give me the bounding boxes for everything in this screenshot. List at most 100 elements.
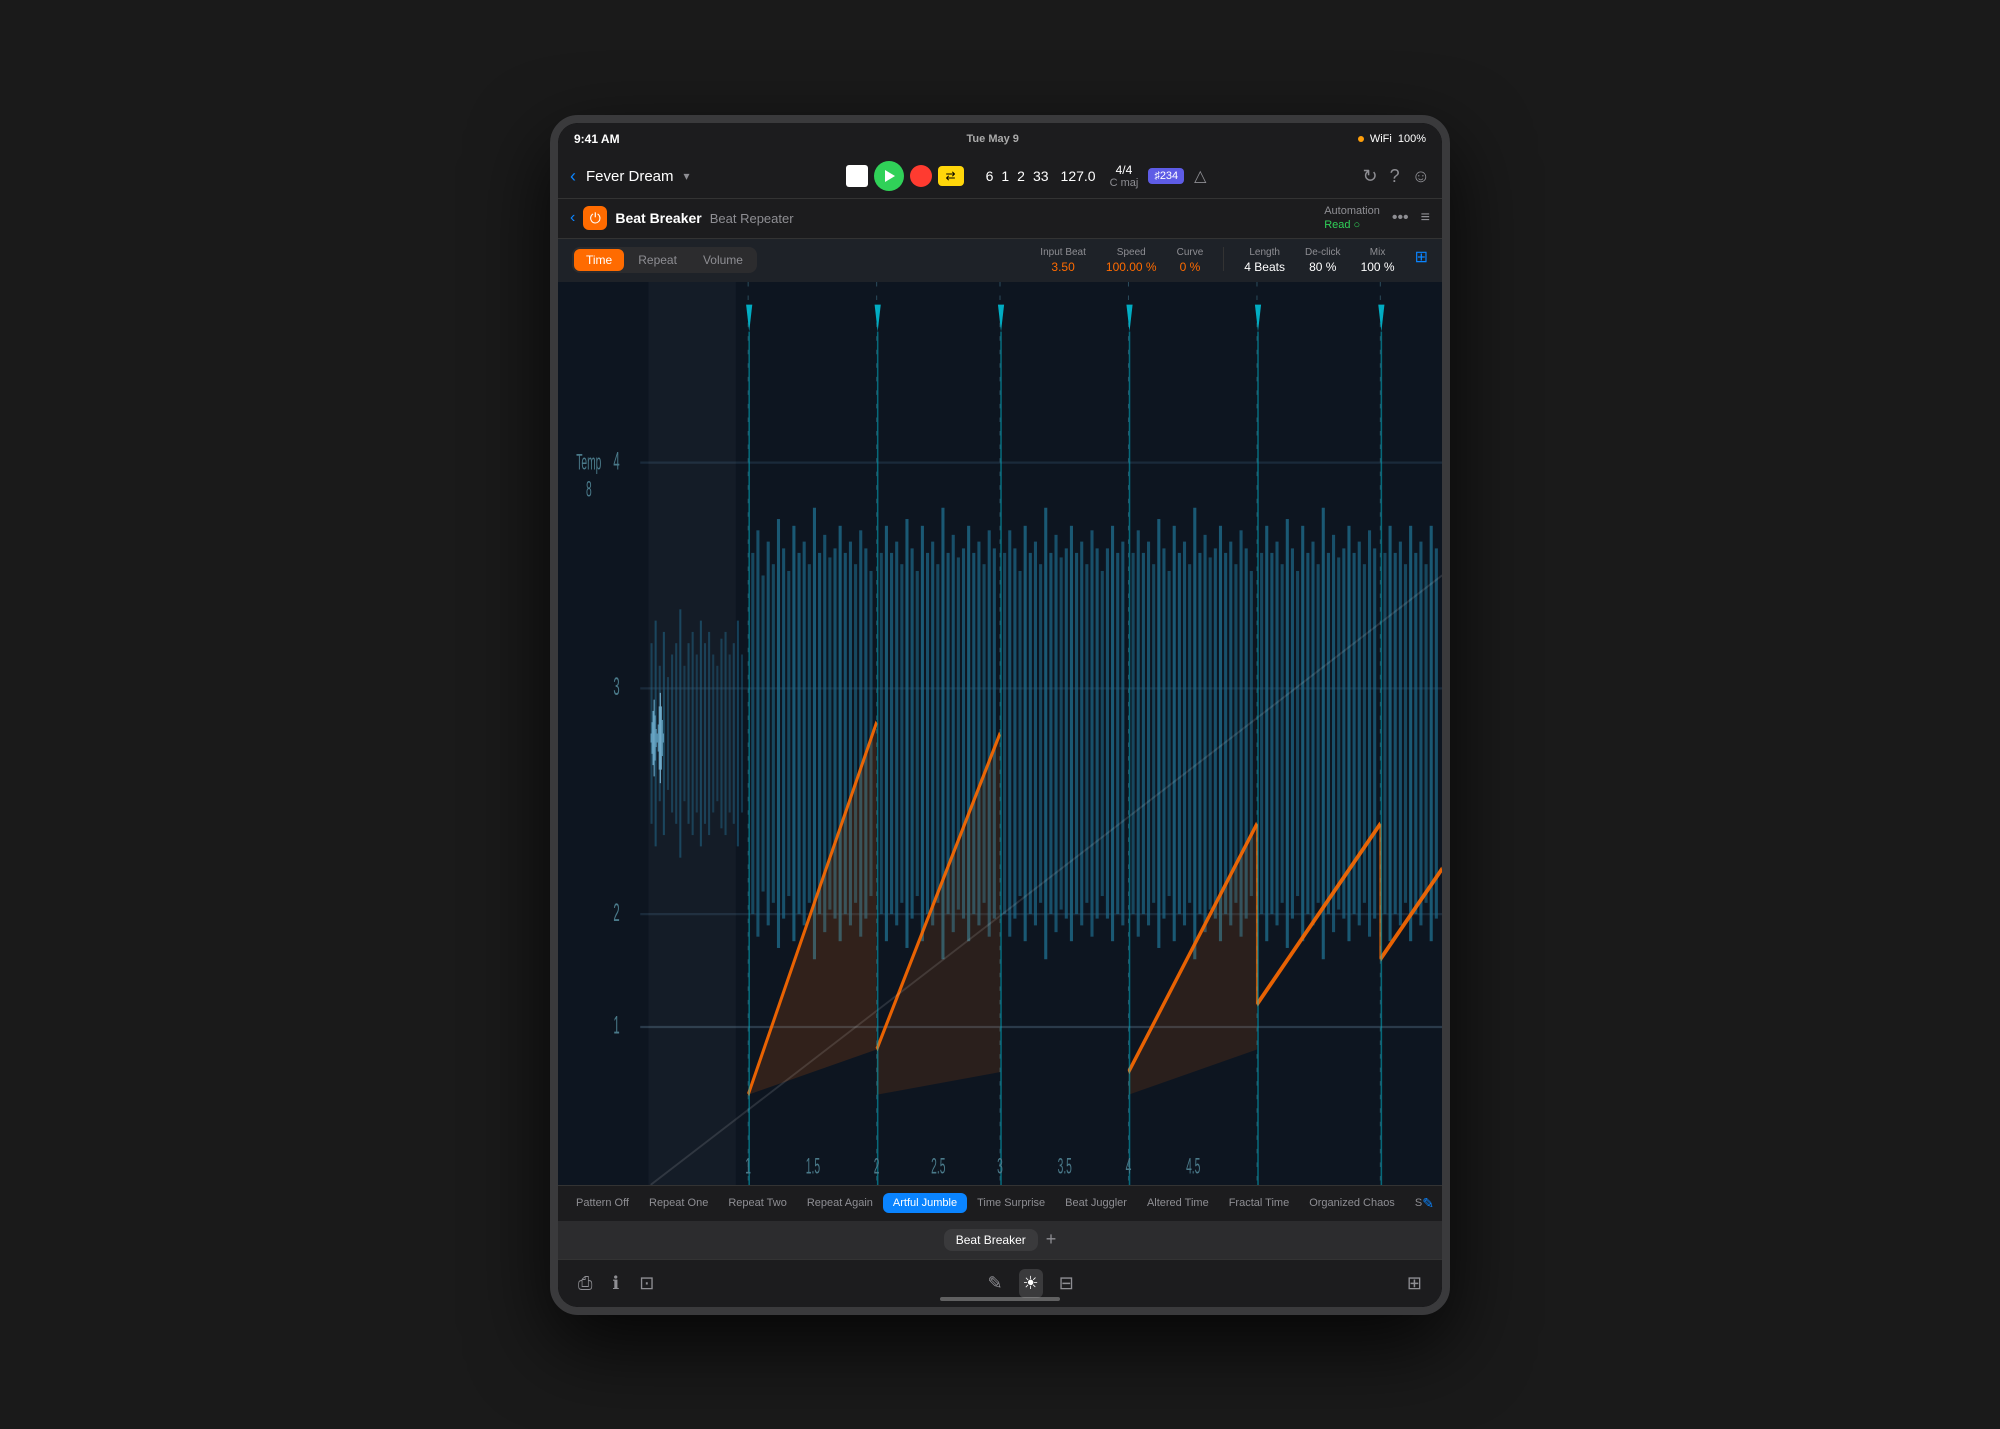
preset-item-6[interactable]: Beat Juggler — [1055, 1193, 1137, 1213]
wifi-icon: WiFi — [1370, 133, 1392, 145]
plugin-header-right: Automation Read ○ ••• ≡ — [1324, 205, 1430, 230]
tab-time[interactable]: Time — [574, 249, 624, 271]
mix-value[interactable]: 100 % — [1361, 260, 1395, 274]
tempo-display[interactable]: 127.0 — [1061, 168, 1096, 184]
preset-item-5[interactable]: Time Surprise — [967, 1193, 1055, 1213]
automation-label: Automation — [1324, 205, 1380, 218]
more-options-button[interactable]: ••• — [1392, 209, 1409, 227]
status-time: 9:41 AM — [574, 132, 620, 146]
mix-label: Mix — [1370, 247, 1386, 258]
view-tab-group: Time Repeat Volume — [572, 247, 757, 273]
svg-text:3: 3 — [613, 674, 619, 701]
project-name[interactable]: Fever Dream — [586, 168, 674, 185]
beat-position: 1 — [1001, 168, 1009, 184]
param-speed: Speed 100.00 % — [1106, 247, 1157, 274]
undo-icon[interactable]: ↻ — [1362, 166, 1377, 187]
waveform-area[interactable]: 4 3 2 1 Temp 8 1 1.5 2 2.5 3 3.5 4 4.5 — [558, 282, 1442, 1185]
svg-text:4: 4 — [613, 448, 619, 475]
project-chevron-icon: ▾ — [684, 169, 690, 183]
preset-item-8[interactable]: Fractal Time — [1219, 1193, 1300, 1213]
chord-badge[interactable]: ♯234 — [1148, 168, 1184, 184]
svg-text:Temp: Temp — [576, 448, 601, 474]
transport-controls: ⇄ — [846, 161, 964, 191]
length-value[interactable]: 4 Beats — [1244, 260, 1285, 274]
help-icon[interactable]: ? — [1390, 166, 1400, 187]
preset-item-3[interactable]: Repeat Again — [797, 1193, 883, 1213]
preset-bar: Pattern OffRepeat OneRepeat TwoRepeat Ag… — [558, 1185, 1442, 1221]
top-controls-row: Time Repeat Volume Input Beat 3.50 Speed… — [558, 239, 1442, 282]
cycle-button[interactable]: ⇄ — [938, 166, 964, 186]
bottom-toolbar-left: ⎙ ℹ ⊡ — [578, 1273, 654, 1294]
tick-position: 33 — [1033, 168, 1049, 184]
ipad-screen: 9:41 AM Tue May 9 WiFi 100% ‹ Fever Drea… — [558, 123, 1442, 1307]
param-group: Input Beat 3.50 Speed 100.00 % Curve 0 %… — [1040, 247, 1428, 274]
battery-indicator: 100% — [1398, 133, 1426, 145]
param-input-beat: Input Beat 3.50 — [1040, 247, 1086, 274]
plugin-selector-badge[interactable]: Beat Breaker — [944, 1229, 1038, 1251]
bottom-toolbar-center: ✎ ☀ ⊟ — [987, 1269, 1073, 1298]
loop-browser-icon[interactable]: ⎙ — [578, 1273, 592, 1294]
mixer-icon[interactable]: ⊟ — [1059, 1273, 1074, 1294]
speed-label: Speed — [1117, 247, 1146, 258]
plugin-back-button[interactable]: ‹ — [570, 209, 575, 227]
time-sig-display: 4/4 C maj — [1110, 163, 1139, 189]
preset-item-2[interactable]: Repeat Two — [718, 1193, 797, 1213]
status-date: Tue May 9 — [967, 133, 1019, 145]
back-button[interactable]: ‹ — [570, 166, 576, 187]
preset-item-4[interactable]: Artful Jumble — [883, 1193, 967, 1213]
record-button[interactable] — [910, 165, 932, 187]
layout-icon[interactable]: ⊡ — [639, 1273, 654, 1294]
svg-text:1: 1 — [745, 1153, 751, 1179]
automation-value: Read ○ — [1324, 219, 1380, 231]
cycle-icon: ⇄ — [946, 169, 956, 183]
brightness-icon[interactable]: ☀ — [1019, 1269, 1043, 1298]
tab-volume[interactable]: Volume — [691, 249, 755, 271]
param-length: Length 4 Beats — [1244, 247, 1285, 274]
stop-button[interactable] — [846, 165, 868, 187]
preset-item-0[interactable]: Pattern Off — [566, 1193, 639, 1213]
input-beat-label: Input Beat — [1040, 247, 1086, 258]
plugin-type-label: Beat Repeater — [710, 211, 794, 226]
home-indicator — [940, 1297, 1060, 1301]
power-button[interactable]: ⏻ — [583, 206, 607, 230]
preset-item-9[interactable]: Organized Chaos — [1299, 1193, 1405, 1213]
play-button[interactable] — [874, 161, 904, 191]
add-plugin-button[interactable]: + — [1046, 1229, 1057, 1250]
info-icon[interactable]: ℹ — [612, 1273, 619, 1294]
waveform-visualization: 4 3 2 1 Temp 8 1 1.5 2 2.5 3 3.5 4 4.5 — [558, 282, 1442, 1185]
plugin-controls: Time Repeat Volume Input Beat 3.50 Speed… — [558, 239, 1442, 1221]
preset-edit-button[interactable]: ✎ — [1422, 1195, 1434, 1212]
curve-label: Curve — [1177, 247, 1204, 258]
pencil-tool-icon[interactable]: ✎ — [987, 1273, 1002, 1294]
speed-value[interactable]: 100.00 % — [1106, 260, 1157, 274]
tuner-icon[interactable]: △ — [1194, 166, 1206, 186]
divider — [1223, 247, 1224, 271]
param-declick: De-click 80 % — [1305, 247, 1341, 274]
key-display: C maj — [1110, 177, 1139, 189]
bottom-toolbar-right: ⊞ — [1407, 1273, 1422, 1294]
input-beat-value[interactable]: 3.50 — [1051, 260, 1074, 274]
sliders-icon[interactable]: ⊞ — [1415, 247, 1428, 267]
preset-item-7[interactable]: Altered Time — [1137, 1193, 1219, 1213]
svg-text:2: 2 — [613, 900, 619, 927]
profile-icon[interactable]: ☺ — [1412, 166, 1430, 187]
tab-repeat[interactable]: Repeat — [626, 249, 689, 271]
preset-item-10[interactable]: Scattered Time — [1405, 1193, 1422, 1213]
preset-item-1[interactable]: Repeat One — [639, 1193, 718, 1213]
indicator-dot — [1358, 136, 1364, 142]
svg-text:1: 1 — [613, 1013, 619, 1040]
automation-control[interactable]: Automation Read ○ — [1324, 205, 1380, 230]
bar-position: 6 — [986, 168, 994, 184]
piano-roll-icon[interactable]: ⊞ — [1407, 1273, 1422, 1294]
menu-button[interactable]: ≡ — [1421, 209, 1430, 227]
sub-position: 2 — [1017, 168, 1025, 184]
power-icon: ⏻ — [590, 210, 601, 227]
curve-value[interactable]: 0 % — [1180, 260, 1201, 274]
declick-value[interactable]: 80 % — [1309, 260, 1336, 274]
svg-text:2.5: 2.5 — [931, 1153, 945, 1179]
status-indicators: WiFi 100% — [1358, 133, 1426, 145]
svg-text:4: 4 — [1126, 1153, 1132, 1179]
declick-label: De-click — [1305, 247, 1341, 258]
plugin-selector-bar: Beat Breaker + — [558, 1221, 1442, 1259]
length-label: Length — [1249, 247, 1280, 258]
